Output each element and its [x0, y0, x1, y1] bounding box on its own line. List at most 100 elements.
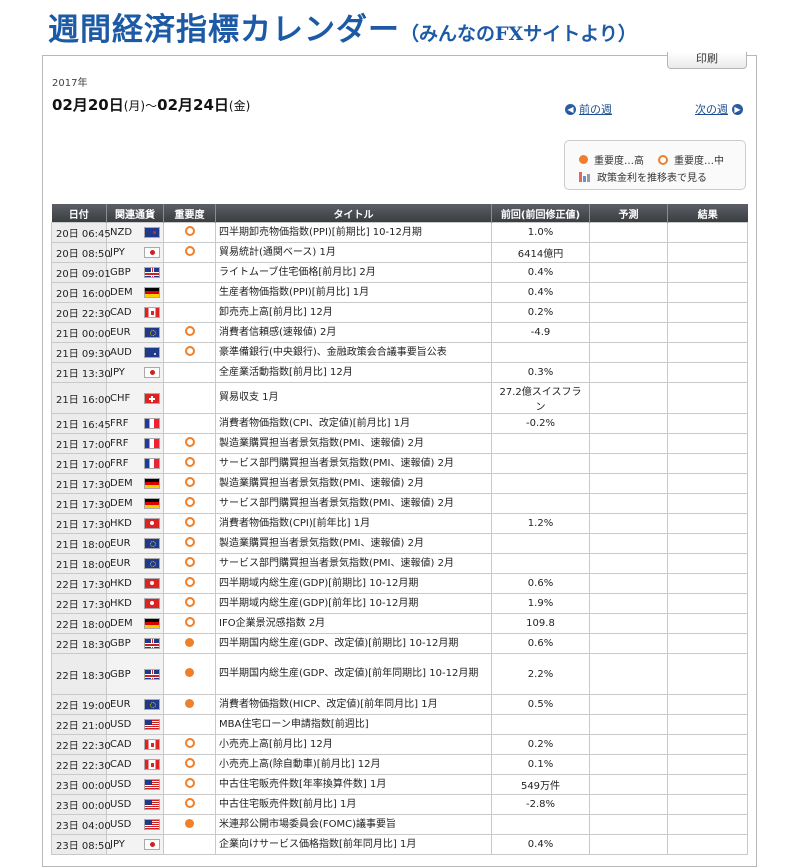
- importance-mid-icon: [184, 226, 195, 236]
- cell-importance: [163, 453, 216, 474]
- currency-code: GBP: [110, 267, 131, 278]
- flag-icon: [144, 618, 160, 629]
- table-row: 21日 18:00 EUR 製造業購買担当者景気指数(PMI、速報値) 2月: [51, 533, 748, 554]
- cell-date: 22日 18:30: [51, 653, 111, 695]
- cell-currency: JPY: [106, 242, 164, 263]
- cell-result: [667, 302, 748, 323]
- table-row: 21日 09:30 AUD 豪準備銀行(中央銀行)、金融政策会合議事要旨公表: [51, 342, 748, 363]
- cell-forecast: [589, 382, 668, 414]
- cell-title: IFO企業景況感指数 2月: [215, 613, 492, 634]
- cell-importance: [163, 382, 216, 414]
- prev-week-link[interactable]: ◀ 前の週: [565, 101, 612, 117]
- cell-date: 21日 00:00: [51, 322, 111, 343]
- cell-previous: [491, 493, 590, 514]
- cell-result: [667, 222, 748, 243]
- table-row: 21日 17:30 DEM サービス部門購買担当者景気指数(PMI、速報値) 2月: [51, 493, 748, 514]
- cell-title: サービス部門購買担当者景気指数(PMI、速報値) 2月: [215, 493, 492, 514]
- cell-previous: 6414億円: [491, 242, 590, 263]
- flag-icon: [144, 518, 160, 529]
- currency-code: FRF: [110, 418, 129, 429]
- cell-forecast: [589, 814, 668, 835]
- cell-date: 21日 16:45: [51, 413, 111, 434]
- importance-mid-icon: [184, 457, 195, 467]
- chevron-right-icon: ▶: [732, 103, 743, 115]
- cell-result: [667, 653, 748, 695]
- cell-title: 四半期国内総生産(GDP、改定値)[前年同期比] 10-12月期: [215, 653, 492, 695]
- date-range: 02月20日(月)〜02月24日(金): [52, 94, 250, 115]
- table-row: 21日 18:00 EUR サービス部門購買担当者景気指数(PMI、速報値) 2月: [51, 553, 748, 574]
- cell-date: 21日 18:00: [51, 533, 111, 554]
- cell-currency: DEM: [106, 473, 164, 494]
- currency-code: CAD: [110, 307, 132, 318]
- importance-high-icon: [185, 818, 194, 828]
- cell-importance: [163, 613, 216, 634]
- legend-high-label: 重要度…高: [594, 156, 644, 167]
- table-row: 22日 21:00 USD MBA住宅ローン申請指数[前週比]: [51, 714, 748, 735]
- cell-importance: [163, 794, 216, 815]
- policy-rate-link[interactable]: 政策金利を推移表で見る: [579, 169, 707, 184]
- importance-high-icon: [185, 698, 194, 708]
- cell-currency: FRF: [106, 433, 164, 454]
- cell-title: ライトムーブ住宅価格[前月比] 2月: [215, 262, 492, 283]
- calendar-panel: 印刷 2017年 02月20日(月)〜02月24日(金) ◀ 前の週 次の週 ▶ 重…: [42, 52, 757, 867]
- cell-forecast: [589, 413, 668, 434]
- table-row: 22日 17:30 HKD 四半期域内総生産(GDP)[前期比] 10-12月期 0.…: [51, 573, 748, 594]
- cell-title: 企業向けサービス価格指数[前年同月比] 1月: [215, 834, 492, 855]
- cell-importance: [163, 362, 216, 383]
- flag-icon: [144, 719, 160, 730]
- currency-code: CAD: [110, 759, 132, 770]
- cell-previous: 0.1%: [491, 754, 590, 775]
- cell-currency: AUD: [106, 342, 164, 363]
- cell-importance: [163, 513, 216, 534]
- cell-title: 消費者物価指数(CPI)[前年比] 1月: [215, 513, 492, 534]
- cell-title: 四半期域内総生産(GDP)[前年比] 10-12月期: [215, 593, 492, 614]
- cell-previous: -0.2%: [491, 413, 590, 434]
- print-button[interactable]: 印刷: [667, 52, 747, 69]
- col-header-importance: 重要度: [163, 204, 216, 223]
- cell-importance: [163, 473, 216, 494]
- currency-code: GBP: [110, 638, 131, 649]
- cell-previous: 0.6%: [491, 573, 590, 594]
- importance-mid-icon: [184, 497, 195, 507]
- cell-date: 20日 16:00: [51, 282, 111, 303]
- table-row: 22日 18:30 GBP 四半期国内総生産(GDP、改定値)[前期比] 10-12…: [51, 633, 748, 654]
- cell-forecast: [589, 653, 668, 695]
- cell-importance: [163, 242, 216, 263]
- cell-previous: [491, 553, 590, 574]
- next-week-link[interactable]: 次の週 ▶: [695, 101, 743, 117]
- bar-chart-icon: [579, 171, 591, 182]
- flag-icon: [144, 418, 160, 429]
- cell-result: [667, 473, 748, 494]
- flag-icon: [144, 307, 160, 318]
- currency-code: USD: [110, 719, 132, 730]
- cell-previous: 0.5%: [491, 694, 590, 715]
- cell-date: 23日 04:00: [51, 814, 111, 835]
- cell-forecast: [589, 493, 668, 514]
- cell-currency: HKD: [106, 513, 164, 534]
- cell-forecast: [589, 553, 668, 574]
- col-header-title: タイトル: [215, 204, 492, 223]
- cell-currency: EUR: [106, 322, 164, 343]
- currency-code: EUR: [110, 538, 131, 549]
- currency-code: CAD: [110, 739, 132, 750]
- cell-forecast: [589, 754, 668, 775]
- table-row: 22日 19:00 EUR 消費者物価指数(HICP、改定値)[前年同月比] 1月 0…: [51, 694, 748, 715]
- cell-date: 21日 09:30: [51, 342, 111, 363]
- flag-icon: [144, 538, 160, 549]
- currency-code: JPY: [110, 839, 125, 850]
- table-row: 23日 00:00 USD 中古住宅販売件数[前月比] 1月 -2.8%: [51, 794, 748, 815]
- cell-result: [667, 633, 748, 654]
- cell-previous: 109.8: [491, 613, 590, 634]
- cell-date: 23日 00:00: [51, 794, 111, 815]
- flag-icon: [144, 839, 160, 850]
- cell-result: [667, 413, 748, 434]
- range-start-dow: (月): [123, 99, 146, 113]
- importance-mid-icon: [184, 577, 195, 587]
- cell-previous: 0.2%: [491, 302, 590, 323]
- importance-mid-icon: [658, 154, 668, 165]
- cell-result: [667, 282, 748, 303]
- cell-title: 米連邦公開市場委員会(FOMC)議事要旨: [215, 814, 492, 835]
- cell-result: [667, 342, 748, 363]
- currency-code: NZD: [110, 227, 133, 238]
- cell-forecast: [589, 473, 668, 494]
